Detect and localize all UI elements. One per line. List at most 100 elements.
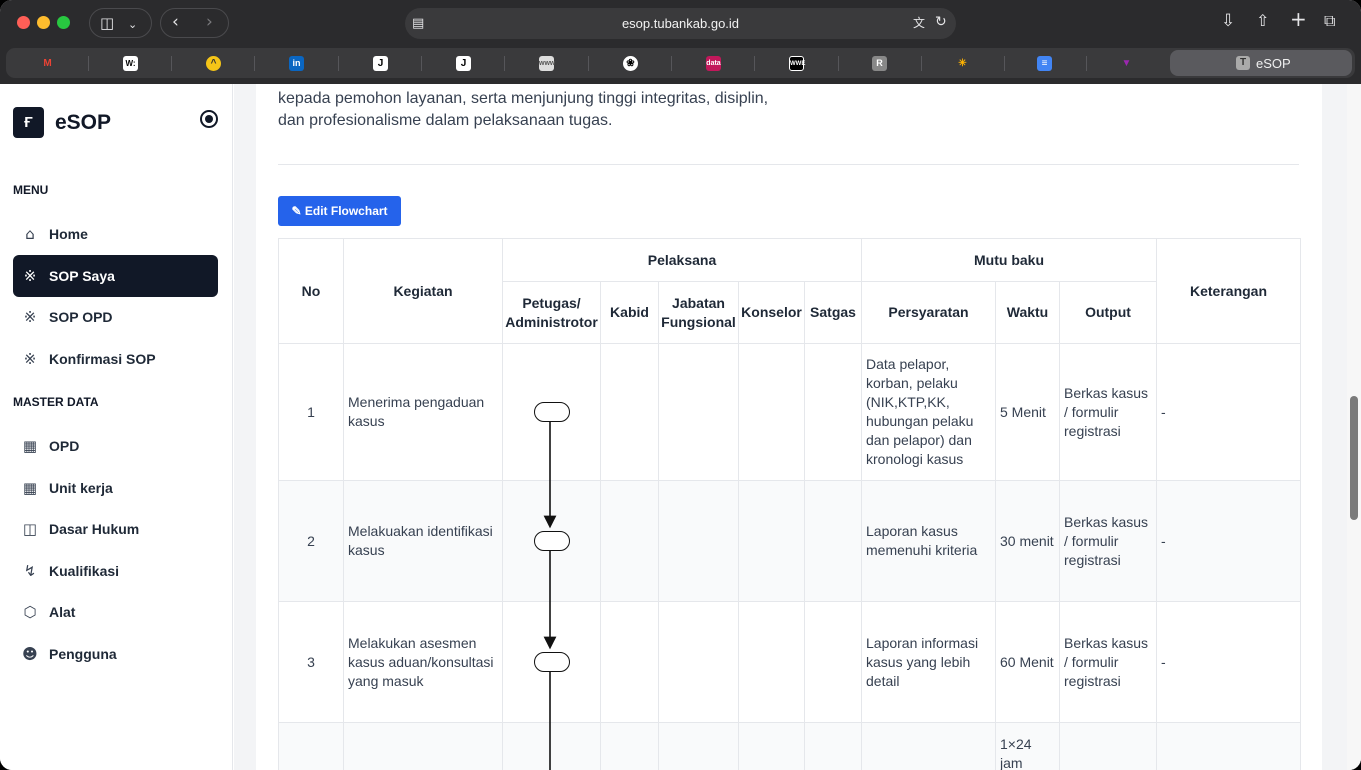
tab-favicon: T bbox=[1236, 56, 1250, 70]
header-jabatan-fungsional: Jabatan Fungsional bbox=[658, 281, 739, 344]
web-icon[interactable]: www bbox=[539, 56, 555, 71]
description-line: kepada pemohon layanan, serta menjunjung… bbox=[278, 90, 769, 107]
sidebar-item-sop-saya[interactable]: ※ SOP Saya bbox=[13, 255, 218, 297]
sidebar-item-home[interactable]: ⌂ Home bbox=[13, 213, 218, 255]
flowchart-terminator bbox=[533, 531, 570, 551]
r-icon[interactable]: R bbox=[872, 56, 887, 71]
edit-flowchart-label: Edit Flowchart bbox=[304, 204, 388, 218]
cell-satgas bbox=[804, 722, 862, 770]
tab-overview-icon[interactable]: ⧉ bbox=[1324, 13, 1335, 29]
cell-kabid bbox=[600, 343, 659, 481]
cell-petugas bbox=[502, 601, 601, 723]
header-kabid: Kabid bbox=[600, 281, 659, 344]
cell-keterangan bbox=[1156, 722, 1301, 770]
sidebar-item-opd[interactable]: ▦ OPD bbox=[13, 425, 218, 467]
master-data-section-label: MASTER DATA bbox=[13, 395, 99, 409]
sidebar-item-label: Pengguna bbox=[49, 646, 117, 662]
openai-icon[interactable]: ❀ bbox=[623, 56, 638, 71]
cell-petugas bbox=[502, 722, 601, 770]
tab-separator bbox=[88, 56, 89, 71]
cell-kabid bbox=[600, 480, 659, 602]
sun-icon[interactable]: ✳ bbox=[955, 56, 970, 71]
cell-satgas bbox=[804, 601, 862, 723]
tab-bar: M W: ^ in J J www ❀ data WWE R ✳ ≡ ▼ bbox=[6, 48, 1355, 78]
cell-satgas bbox=[804, 343, 862, 481]
translate-icon[interactable]: 文 bbox=[913, 16, 925, 31]
sidebar-item-dasar-hukum[interactable]: ◫ Dasar Hukum bbox=[13, 508, 218, 550]
reload-icon[interactable]: ↻ bbox=[935, 15, 947, 30]
news-icon[interactable]: data bbox=[706, 56, 721, 71]
building-icon: ▦ bbox=[22, 479, 38, 497]
tab-separator bbox=[1086, 56, 1087, 71]
cell-no bbox=[278, 722, 344, 770]
cell-petugas bbox=[502, 343, 601, 481]
tab-separator bbox=[588, 56, 589, 71]
cell-konselor bbox=[738, 343, 805, 481]
yellow-icon[interactable]: ^ bbox=[206, 56, 221, 71]
header-mutu-baku: Mutu baku bbox=[861, 238, 1157, 282]
cell-kegiatan bbox=[343, 722, 503, 770]
gmail-icon[interactable]: M bbox=[40, 56, 55, 71]
cell-waktu: 60 Menit bbox=[995, 601, 1060, 723]
toolbar: ◫ ⌄ ‹ › ▤ esop.tubankab.go.id 文 ↻ ⇩ ⇧ + … bbox=[0, 0, 1361, 46]
browser-window: ◫ ⌄ ‹ › ▤ esop.tubankab.go.id 文 ↻ ⇩ ⇧ + … bbox=[0, 0, 1361, 770]
cell-persyaratan: Laporan kasus memenuhi kriteria bbox=[861, 480, 996, 602]
sidebar-item-unit-kerja[interactable]: ▦ Unit kerja bbox=[13, 467, 218, 509]
header-waktu: Waktu bbox=[995, 281, 1060, 344]
downloads-icon[interactable]: ⇩ bbox=[1221, 13, 1235, 30]
flow-icon: ※ bbox=[23, 267, 37, 285]
tab-separator bbox=[754, 56, 755, 71]
tab-separator bbox=[671, 56, 672, 71]
forward-icon[interactable]: › bbox=[206, 14, 213, 31]
cell-keterangan: - bbox=[1156, 601, 1301, 723]
browser-chrome: ◫ ⌄ ‹ › ▤ esop.tubankab.go.id 文 ↻ ⇩ ⇧ + … bbox=[0, 0, 1361, 84]
sidebar-toggle-button[interactable]: ◫ ⌄ bbox=[89, 8, 152, 38]
cell-jabatan bbox=[658, 480, 739, 602]
cell-no: 1 bbox=[278, 343, 344, 481]
sidebar-item-konfirmasi-sop[interactable]: ※ Konfirmasi SOP bbox=[13, 338, 218, 380]
zoom-window-button[interactable] bbox=[57, 16, 70, 29]
scroll-thumb[interactable] bbox=[1350, 396, 1358, 520]
cell-waktu: 1×24 jam bbox=[995, 722, 1060, 770]
flow-icon: ※ bbox=[23, 308, 37, 326]
page-scrollbar[interactable] bbox=[1347, 84, 1361, 770]
cell-persyaratan: Laporan informasi kasus yang lebih detai… bbox=[861, 601, 996, 723]
header-konselor: Konselor bbox=[738, 281, 805, 344]
w-icon[interactable]: W: bbox=[123, 56, 138, 71]
cell-output: Berkas kasus / formulir registrasi bbox=[1059, 343, 1157, 481]
header-persyaratan: Persyaratan bbox=[861, 281, 996, 344]
new-tab-icon[interactable]: + bbox=[1290, 9, 1307, 29]
j-icon[interactable]: J bbox=[456, 56, 471, 71]
cell-kegiatan: Melakuakan identifikasi kasus bbox=[343, 480, 503, 602]
cell-keterangan: - bbox=[1156, 343, 1301, 481]
address-bar[interactable]: ▤ esop.tubankab.go.id 文 ↻ bbox=[405, 8, 956, 39]
sidebar-item-sop-opd[interactable]: ※ SOP OPD bbox=[13, 296, 218, 338]
back-icon[interactable]: ‹ bbox=[172, 14, 179, 31]
edit-flowchart-button[interactable]: ✎ Edit Flowchart bbox=[278, 196, 401, 226]
tab-separator bbox=[254, 56, 255, 71]
j-icon[interactable]: J bbox=[373, 56, 388, 71]
tab-separator bbox=[504, 56, 505, 71]
chevron-down-icon: ⌄ bbox=[128, 18, 138, 31]
sidebar-item-pengguna[interactable]: ☻ Pengguna bbox=[13, 633, 218, 675]
close-window-button[interactable] bbox=[17, 16, 30, 29]
share-icon[interactable]: ⇧ bbox=[1256, 13, 1269, 29]
sidebar-item-label: SOP Saya bbox=[49, 268, 115, 284]
cell-konselor bbox=[738, 480, 805, 602]
tab-title: eSOP bbox=[1256, 56, 1291, 71]
cell-persyaratan bbox=[861, 722, 996, 770]
wwe-icon[interactable]: WWE bbox=[789, 56, 805, 71]
v-icon[interactable]: ▼ bbox=[1119, 56, 1134, 71]
minimize-window-button[interactable] bbox=[37, 16, 50, 29]
tab-esop[interactable]: T eSOP bbox=[1170, 50, 1352, 76]
tab-separator bbox=[338, 56, 339, 71]
linkedin-icon[interactable]: in bbox=[289, 56, 304, 71]
sidebar-item-alat[interactable]: ⬡ Alat bbox=[13, 591, 218, 633]
sidebar-item-label: Konfirmasi SOP bbox=[49, 351, 156, 367]
cell-kabid bbox=[600, 722, 659, 770]
sidebar-collapse-icon[interactable] bbox=[200, 110, 218, 128]
cell-jabatan bbox=[658, 722, 739, 770]
sidebar-item-kualifikasi[interactable]: ↯ Kualifikasi bbox=[13, 550, 218, 592]
table-row: 1 Menerima pengaduan kasus Data pelapor,… bbox=[278, 343, 1301, 481]
doc-icon[interactable]: ≡ bbox=[1037, 56, 1052, 71]
